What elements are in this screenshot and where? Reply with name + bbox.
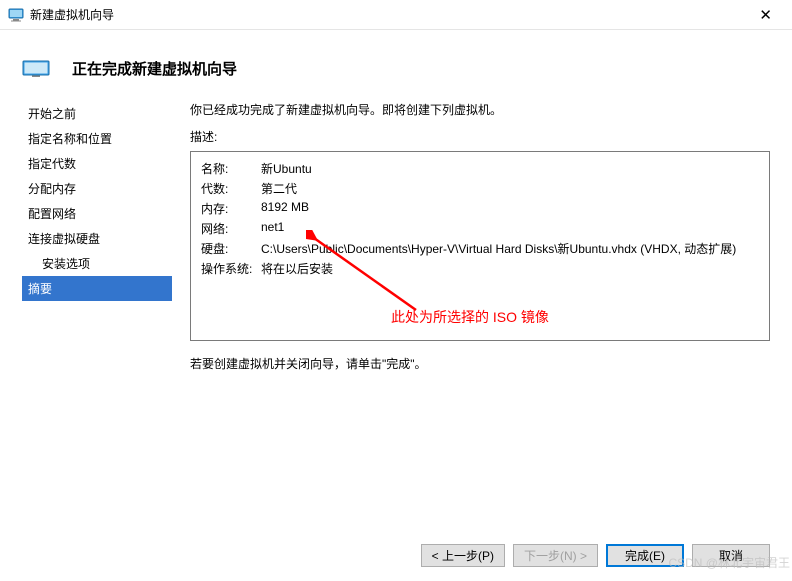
sidebar-item[interactable]: 开始之前 — [22, 101, 172, 126]
finish-button[interactable]: 完成(E) — [606, 544, 684, 567]
summary-value: C:\Users\Public\Documents\Hyper-V\Virtua… — [261, 240, 759, 257]
app-icon — [8, 7, 24, 23]
annotation-text: 此处为所选择的 ISO 镜像 — [391, 307, 549, 327]
wizard-header: 正在完成新建虚拟机向导 — [0, 30, 792, 101]
summary-value: 8192 MB — [261, 200, 759, 217]
next-button: 下一步(N) > — [513, 544, 598, 567]
wizard-sidebar: 开始之前指定名称和位置指定代数分配内存配置网络连接虚拟硬盘安装选项摘要 — [22, 101, 172, 372]
summary-row: 硬盘:C:\Users\Public\Documents\Hyper-V\Vir… — [201, 240, 759, 257]
summary-row: 网络:net1 — [201, 220, 759, 237]
sidebar-item[interactable]: 指定名称和位置 — [22, 126, 172, 151]
sidebar-item[interactable]: 安装选项 — [22, 251, 172, 276]
page-title: 正在完成新建虚拟机向导 — [72, 58, 237, 79]
summary-row: 代数:第二代 — [201, 180, 759, 197]
intro-text: 你已经成功完成了新建虚拟机向导。即将创建下列虚拟机。 — [190, 101, 770, 118]
wizard-icon — [22, 60, 54, 78]
window-title: 新建虚拟机向导 — [30, 6, 114, 23]
summary-row: 内存:8192 MB — [201, 200, 759, 217]
sidebar-item[interactable]: 指定代数 — [22, 151, 172, 176]
close-icon[interactable]: ✕ — [747, 4, 784, 26]
summary-row: 操作系统:将在以后安装 — [201, 260, 759, 277]
summary-value: net1 — [261, 220, 759, 237]
summary-key: 代数: — [201, 180, 261, 197]
sidebar-item[interactable]: 摘要 — [22, 276, 172, 301]
summary-value: 将在以后安装 — [261, 260, 759, 277]
summary-key: 名称: — [201, 160, 261, 177]
sidebar-item[interactable]: 配置网络 — [22, 201, 172, 226]
summary-key: 内存: — [201, 200, 261, 217]
wizard-footer: < 上一步(P) 下一步(N) > 完成(E) 取消 — [421, 544, 770, 567]
summary-value: 第二代 — [261, 180, 759, 197]
outro-text: 若要创建虚拟机并关闭向导，请单击"完成"。 — [190, 355, 770, 372]
wizard-content: 你已经成功完成了新建虚拟机向导。即将创建下列虚拟机。 描述: 名称:新Ubunt… — [172, 101, 770, 372]
summary-value: 新Ubuntu — [261, 160, 759, 177]
summary-key: 网络: — [201, 220, 261, 237]
description-label: 描述: — [190, 128, 770, 145]
summary-row: 名称:新Ubuntu — [201, 160, 759, 177]
sidebar-item[interactable]: 分配内存 — [22, 176, 172, 201]
summary-box: 名称:新Ubuntu代数:第二代内存:8192 MB网络:net1硬盘:C:\U… — [190, 151, 770, 341]
prev-button[interactable]: < 上一步(P) — [421, 544, 505, 567]
cancel-button[interactable]: 取消 — [692, 544, 770, 567]
summary-key: 硬盘: — [201, 240, 261, 257]
summary-key: 操作系统: — [201, 260, 261, 277]
titlebar: 新建虚拟机向导 ✕ — [0, 0, 792, 30]
sidebar-item[interactable]: 连接虚拟硬盘 — [22, 226, 172, 251]
